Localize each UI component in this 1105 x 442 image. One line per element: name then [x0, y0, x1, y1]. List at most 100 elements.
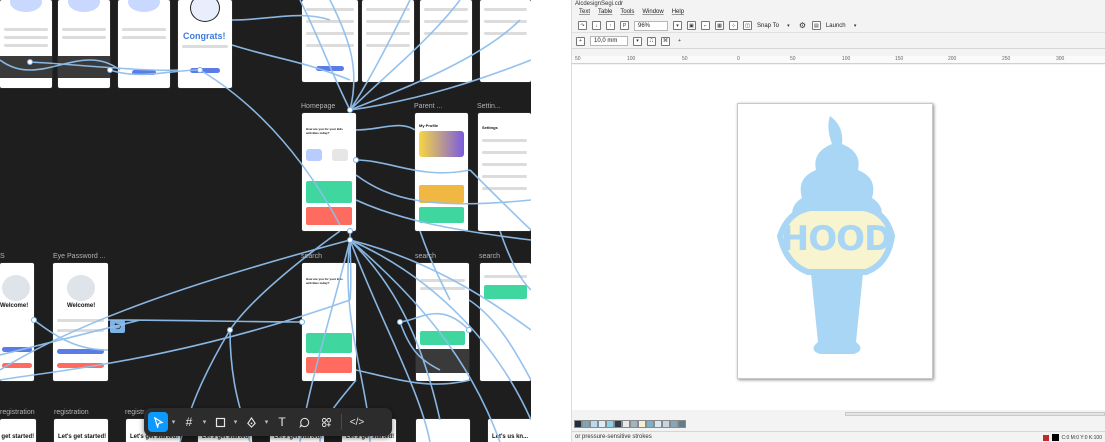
palette-swatch[interactable] [614, 420, 622, 428]
menu-help[interactable]: Help [672, 9, 684, 18]
chevron-down-icon[interactable]: ▾ [673, 21, 682, 30]
dev-mode-icon[interactable]: </> [347, 412, 367, 432]
horizontal-scrollbar[interactable] [845, 412, 1105, 416]
zoom-level-select[interactable]: 96% [634, 20, 668, 31]
gear-icon[interactable]: ⚙ [798, 21, 807, 30]
add-icon[interactable]: + [576, 36, 585, 46]
connection-node[interactable] [347, 107, 353, 113]
chevron-down-icon[interactable]: ▾ [784, 21, 793, 30]
pen-tool-icon[interactable] [241, 412, 261, 432]
screen-homepage[interactable]: How are you for your kids activities tod… [302, 113, 356, 231]
palette-swatch[interactable] [638, 420, 646, 428]
frame-label-registration-1[interactable]: registration [0, 409, 35, 416]
document-page[interactable]: HOOD [737, 103, 933, 379]
screen-list-3[interactable] [420, 0, 472, 82]
screen-eye-password[interactable]: Welcome! [53, 263, 108, 381]
screen-thumb-2[interactable] [58, 0, 110, 88]
menu-table[interactable]: Table [598, 9, 612, 18]
frame-label-search-1[interactable]: search [301, 253, 322, 260]
connection-node[interactable] [347, 237, 353, 243]
palette-swatch[interactable] [646, 420, 654, 428]
outline-width-select[interactable]: 10,0 mm [590, 36, 628, 46]
palette-swatch[interactable] [670, 420, 678, 428]
screen-thumb-3[interactable] [118, 0, 170, 88]
frame-tool-chevron-down-icon[interactable]: ▾ [201, 412, 208, 432]
frame-label-s[interactable]: S [0, 253, 5, 260]
connection-node[interactable] [197, 67, 203, 73]
menu-window[interactable]: Window [642, 9, 663, 18]
screen-list-1[interactable] [302, 0, 358, 82]
plus-icon[interactable]: + [675, 37, 684, 46]
pen-tool-chevron-down-icon[interactable]: ▾ [263, 412, 270, 432]
screen-settings[interactable]: Settings [478, 113, 531, 231]
grid-icon[interactable]: ▦ [715, 21, 724, 30]
frame-label-parent[interactable]: Parent ... [414, 103, 442, 110]
full-screen-icon[interactable]: ▣ [687, 21, 696, 30]
text-tool-icon[interactable]: T [272, 412, 292, 432]
frame-label-search-3[interactable]: search [479, 253, 500, 260]
screen-registration-1[interactable]: Let's get started! [0, 419, 36, 442]
redo-icon[interactable]: ↷ [578, 21, 587, 30]
frame-label-eye-password[interactable]: Eye Password ... [53, 253, 106, 260]
connection-node[interactable] [227, 327, 233, 333]
figma-prototype-canvas[interactable]: Congrats! Homepage How are you for your … [0, 0, 531, 442]
frame-tool-icon[interactable]: # [179, 412, 199, 432]
screen-registration-2[interactable]: Let's get started! [54, 419, 108, 442]
screen-search-2[interactable] [416, 263, 469, 381]
frame-label-homepage[interactable]: Homepage [301, 103, 335, 110]
menu-text[interactable]: Text [579, 9, 590, 18]
move-tool-chevron-down-icon[interactable]: ▾ [170, 412, 177, 432]
screen-congrats[interactable]: Congrats! [178, 0, 232, 88]
screen-parent[interactable]: My Profile [415, 113, 468, 231]
ice-cream-artwork[interactable]: HOOD [738, 104, 934, 380]
palette-swatch[interactable] [630, 420, 638, 428]
horizontal-ruler[interactable]: 50 100 50 0 50 100 150 200 250 300 [572, 56, 1105, 64]
screen-list-2[interactable] [362, 0, 414, 82]
connection-node[interactable] [353, 157, 359, 163]
palette-swatch[interactable] [654, 420, 662, 428]
palette-swatch[interactable] [598, 420, 606, 428]
frame-label-settings[interactable]: Settin... [477, 103, 501, 110]
menu-tools[interactable]: Tools [620, 9, 634, 18]
palette-swatch[interactable] [582, 420, 590, 428]
palette-swatch[interactable] [662, 420, 670, 428]
connection-node[interactable] [299, 319, 305, 325]
move-tool-icon[interactable] [148, 412, 168, 432]
connection-node[interactable] [397, 319, 403, 325]
launch-dropdown[interactable]: Launch [826, 23, 846, 29]
launch-icon[interactable]: ▤ [811, 21, 821, 30]
palette-swatch[interactable] [574, 420, 582, 428]
palette-swatch[interactable] [622, 420, 630, 428]
comment-tool-icon[interactable] [294, 412, 314, 432]
rectangle-tool-icon[interactable] [210, 412, 230, 432]
connection-node[interactable] [347, 228, 353, 234]
rulers-icon[interactable]: ⌐ [701, 21, 710, 30]
connection-node[interactable] [31, 317, 37, 323]
screen-search-1[interactable]: How are you for your kids activities tod… [302, 263, 356, 381]
palette-swatch[interactable] [678, 420, 686, 428]
import-icon[interactable]: ↓ [592, 21, 601, 30]
outline-swatch[interactable] [1051, 434, 1059, 441]
smoothing-icon[interactable]: ⎍ [647, 36, 656, 46]
connection-node[interactable] [107, 67, 113, 73]
pressure-icon[interactable]: ⌘ [661, 36, 670, 46]
components-tool-icon[interactable] [316, 412, 336, 432]
screen-welcome-left[interactable]: Welcome! [0, 263, 34, 381]
chevron-down-icon[interactable]: ▾ [851, 21, 860, 30]
screen-registration-7[interactable] [416, 419, 470, 442]
palette-swatch[interactable] [590, 420, 598, 428]
fill-indicator-icon[interactable] [1042, 434, 1049, 441]
screen-search-3[interactable] [480, 263, 531, 381]
palette-swatch[interactable] [606, 420, 614, 428]
screen-list-4[interactable] [480, 0, 531, 82]
drawing-canvas[interactable]: HOOD [572, 65, 1105, 410]
screen-registration-8[interactable]: Let's us kn... [488, 419, 531, 442]
frame-label-search-2[interactable]: search [415, 253, 436, 260]
chevron-down-icon[interactable]: ▾ [633, 36, 642, 46]
guidelines-icon[interactable]: ⊹ [729, 21, 738, 30]
snap-to-dropdown[interactable]: Snap To [757, 23, 779, 29]
screen-thumb-1[interactable] [0, 0, 52, 88]
connection-node[interactable] [27, 59, 33, 65]
shape-tool-chevron-down-icon[interactable]: ▾ [232, 412, 239, 432]
pdf-icon[interactable]: P [620, 21, 629, 30]
